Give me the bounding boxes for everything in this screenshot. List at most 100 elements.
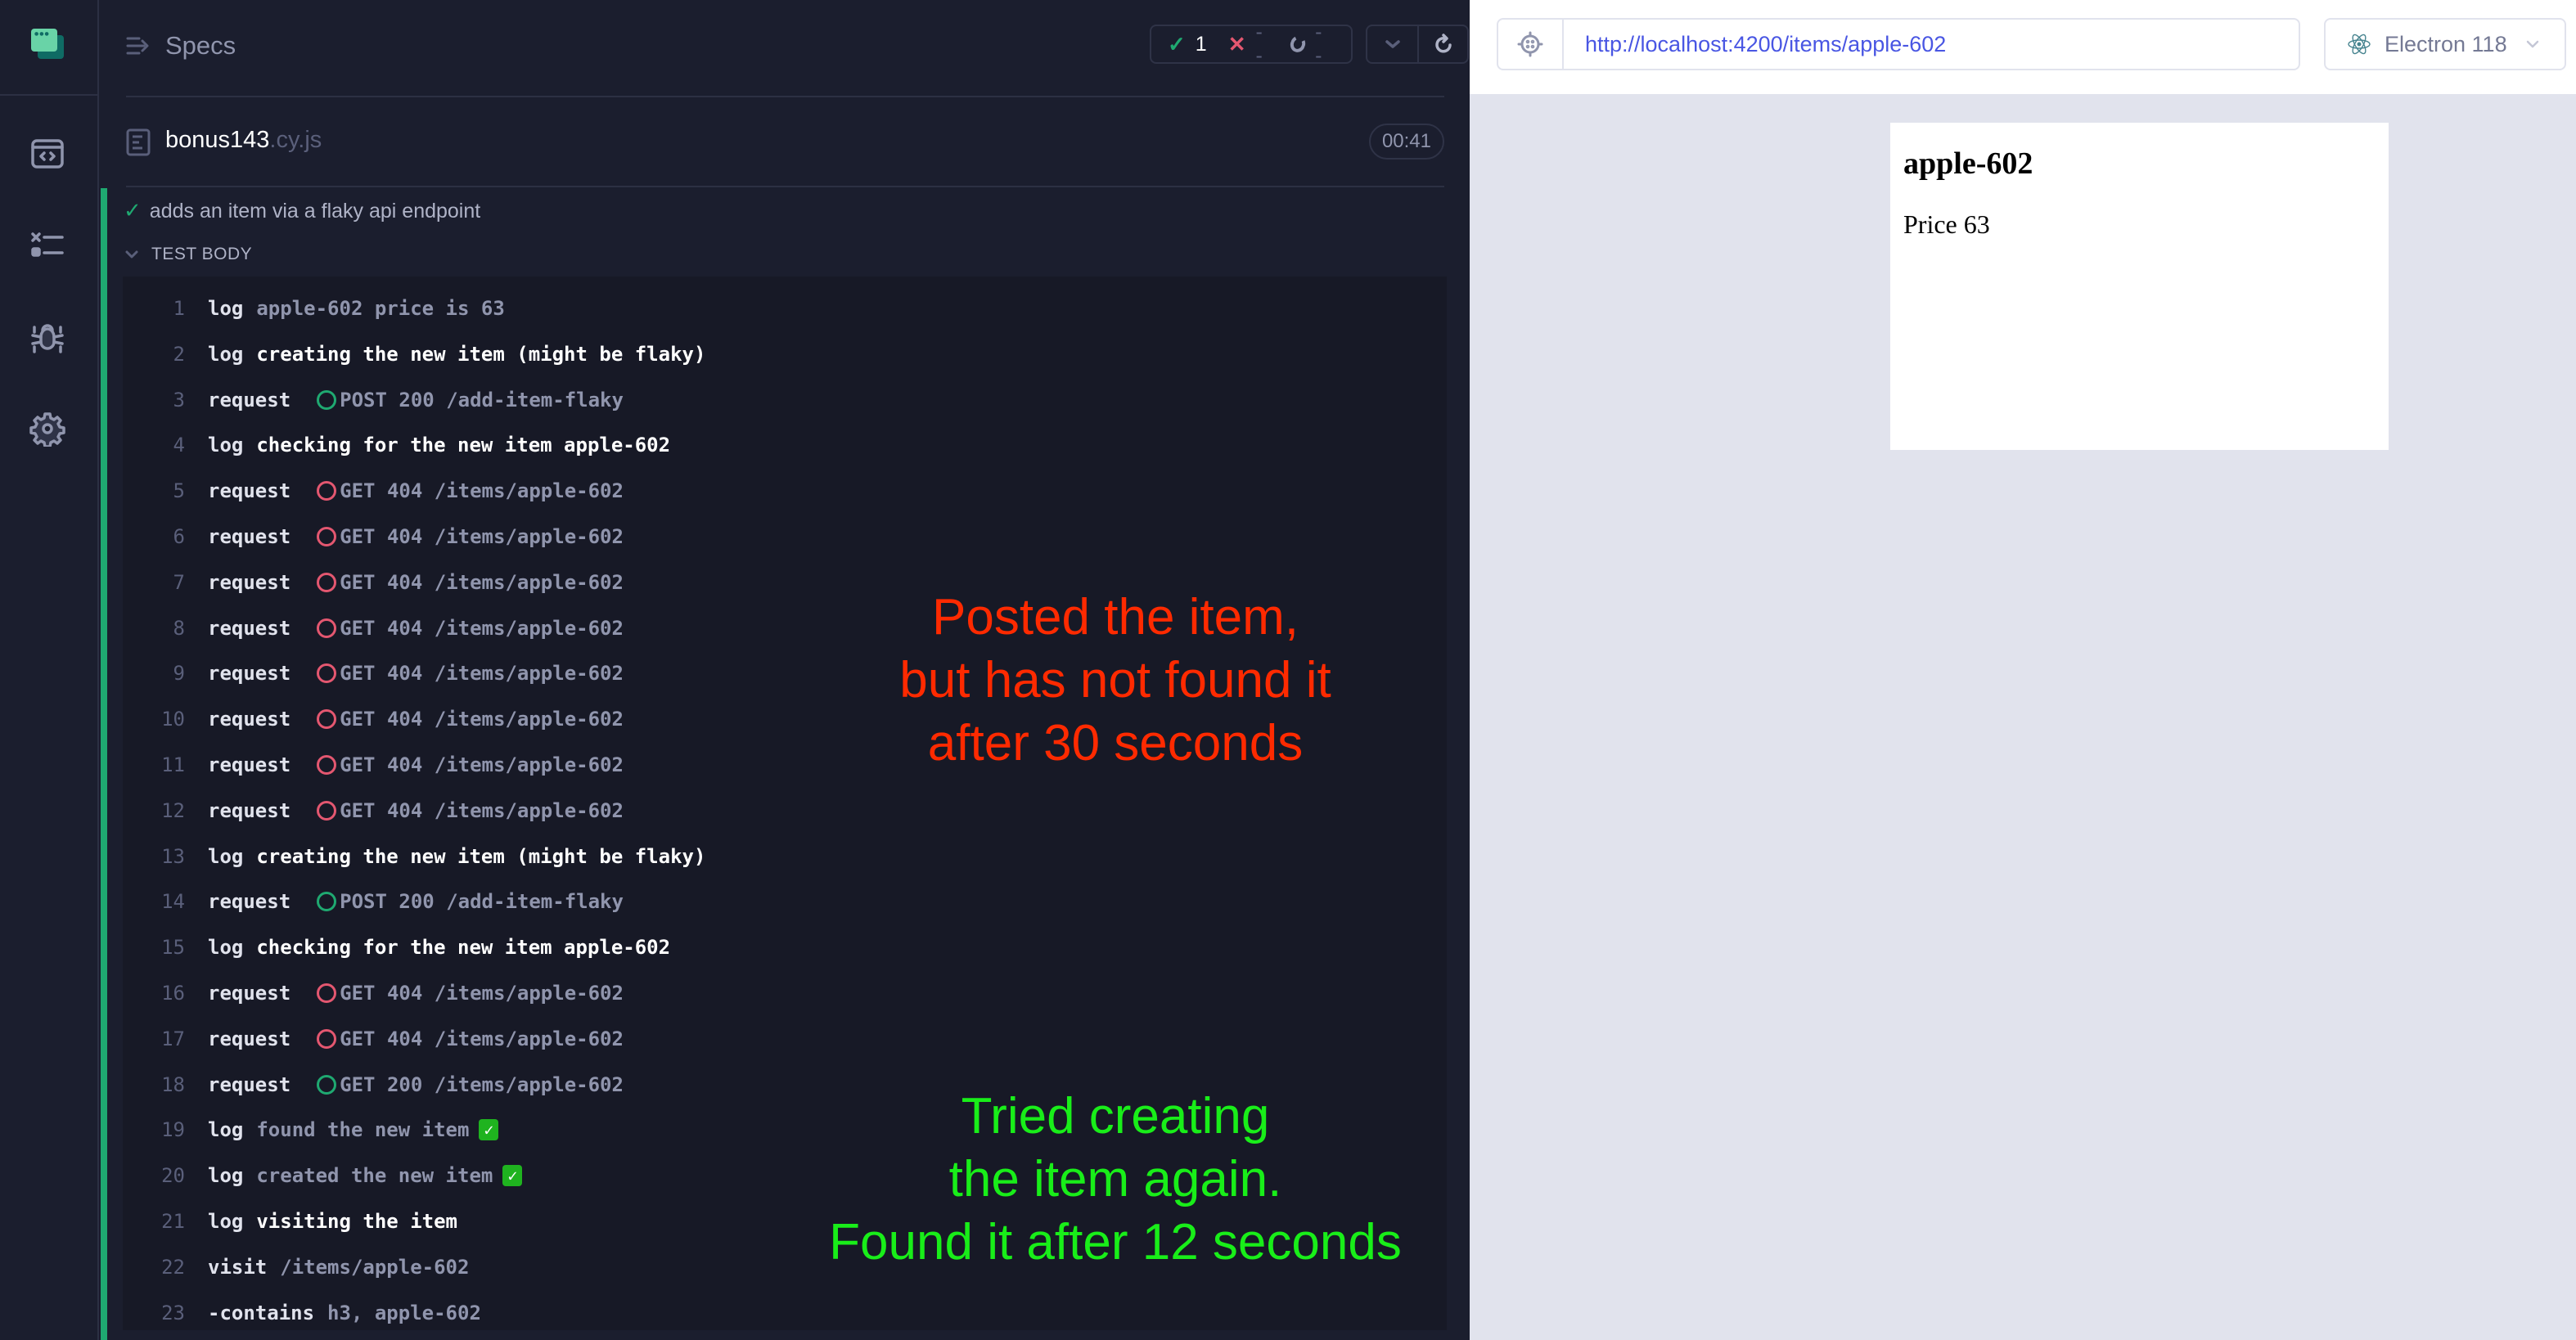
refresh-icon: [1434, 34, 1452, 53]
status-error-icon: [317, 709, 337, 730]
annotation-line: but has not found it: [899, 652, 1331, 708]
chevron-down-icon: [125, 250, 138, 259]
command-message: creating the new item (might be flaky): [256, 342, 706, 366]
command-message: GET 200 /items/apple-602: [340, 1072, 624, 1096]
command-message: /items/apple-602: [280, 1255, 470, 1279]
command-number: 5: [173, 479, 185, 503]
command-number: 23: [161, 1301, 185, 1324]
command-row[interactable]: 17 request GET 404 /items/apple-602: [123, 1016, 1447, 1062]
status-error-icon: [317, 1028, 337, 1049]
test-body-label: TEST BODY: [151, 245, 253, 263]
command-message: GET 404 /items/apple-602: [340, 708, 624, 731]
command-number: 15: [161, 936, 185, 960]
annotation-line: Found it after 12 seconds: [829, 1214, 1402, 1270]
command-message: GET 404 /items/apple-602: [340, 570, 624, 594]
command-name: request: [208, 570, 291, 594]
status-error-icon: [317, 527, 337, 546]
command-name: log: [208, 434, 244, 457]
command-name: request: [208, 982, 291, 1005]
command-name: request: [208, 479, 291, 503]
sidebar-item-specs[interactable]: [29, 136, 65, 172]
command-log-reporter: Specs ✓ 1 ✕ -- -- bonus143.cy.js 00:41 ✓…: [101, 0, 1470, 1340]
command-message: POST 200 /add-item-flaky: [340, 388, 624, 411]
command-row[interactable]: 14 request POST 200 /add-item-flaky: [123, 879, 1447, 924]
command-name: log: [208, 1118, 244, 1142]
spec-file-name[interactable]: bonus143.cy.js: [165, 127, 322, 154]
failed-count: ✕ --: [1228, 20, 1269, 68]
command-message: GET 404 /items/apple-602: [340, 982, 624, 1005]
annotation-line: Tried creating: [961, 1088, 1270, 1144]
command-name: log: [208, 297, 244, 320]
command-row[interactable]: 12 request GET 404 /items/apple-602: [123, 788, 1447, 834]
aut-iframe: apple-602 Price 63: [1890, 123, 2389, 450]
url-field[interactable]: http://localhost:4200/items/apple-602: [1585, 32, 1946, 57]
command-row[interactable]: 16 request GET 404 /items/apple-602: [123, 970, 1447, 1016]
command-name: -contains: [208, 1301, 315, 1324]
command-name: log: [208, 342, 244, 366]
command-row[interactable]: 4 log checking for the new item apple-602: [123, 422, 1447, 468]
command-number: 11: [161, 753, 185, 776]
rerun-button[interactable]: [1417, 26, 1467, 62]
sidebar-item-debug[interactable]: [29, 319, 65, 355]
command-message: created the new item: [256, 1164, 493, 1188]
status-success-icon: [317, 389, 337, 410]
specs-list-icon: [126, 37, 149, 55]
pending-count: --: [1287, 20, 1330, 68]
url-bar: http://localhost:4200/items/apple-602: [1497, 18, 2300, 70]
status-error-icon: [317, 800, 337, 821]
command-name: request: [208, 1072, 291, 1096]
specs-toggle-button[interactable]: Specs: [126, 25, 236, 67]
command-row[interactable]: 23 -contains h3, apple-602: [123, 1290, 1447, 1336]
command-number: 8: [173, 616, 185, 640]
specs-title: Specs: [165, 31, 236, 60]
command-number: 21: [161, 1210, 185, 1233]
annotation-green: Tried creating the item again. Found it …: [804, 1085, 1426, 1274]
test-body-toggle[interactable]: TEST BODY: [124, 242, 252, 267]
document-icon: [126, 128, 151, 156]
status-success-icon: [317, 1074, 337, 1095]
command-row[interactable]: 5 request GET 404 /items/apple-602: [123, 468, 1447, 514]
command-message: found the new item: [256, 1118, 470, 1142]
annotation-line: after 30 seconds: [927, 715, 1304, 771]
command-message: visiting the item: [256, 1210, 457, 1233]
command-message: GET 404 /items/apple-602: [340, 525, 624, 548]
selector-playground-button[interactable]: [1498, 20, 1564, 69]
command-row[interactable]: 2 log creating the new item (might be flak…: [123, 331, 1447, 377]
test-title-row[interactable]: ✓ adds an item via a flaky api endpoint: [124, 196, 480, 226]
command-number: 10: [161, 708, 185, 731]
browser-selector[interactable]: Electron 118: [2324, 18, 2566, 70]
annotation-red: Posted the item, but has not found it af…: [853, 586, 1377, 775]
command-number: 6: [173, 525, 185, 548]
command-number: 19: [161, 1118, 185, 1142]
item-price: Price 63: [1903, 209, 1990, 239]
logo-area: ●●●: [0, 0, 97, 96]
check-mark-emoji-icon: ✓: [502, 1165, 523, 1187]
annotation-line: the item again.: [948, 1151, 1282, 1207]
spec-base-name: bonus143: [165, 127, 270, 153]
command-number: 12: [161, 798, 185, 822]
command-name: log: [208, 1164, 244, 1188]
check-icon: ✓: [1168, 31, 1186, 56]
sidebar-item-settings[interactable]: [29, 411, 65, 447]
chevron-down-icon: [2526, 40, 2538, 48]
spec-extension: .cy.js: [269, 127, 322, 153]
x-icon: ✕: [1227, 31, 1246, 56]
command-row[interactable]: 15 log checking for the new item apple-602: [123, 924, 1447, 970]
command-row[interactable]: 3 request POST 200 /add-item-flaky: [123, 377, 1447, 423]
item-heading: apple-602: [1903, 146, 2033, 181]
spec-duration: 00:41: [1368, 124, 1444, 160]
command-row[interactable]: 13 log creating the new item (might be fla…: [123, 834, 1447, 879]
command-name: request: [208, 662, 291, 686]
pending-spinner-icon: [1287, 34, 1308, 55]
command-message: GET 404 /items/apple-602: [340, 479, 624, 503]
spec-file-header: bonus143.cy.js 00:41: [126, 99, 1444, 187]
status-success-icon: [317, 892, 337, 912]
command-message: checking for the new item apple-602: [256, 936, 671, 960]
sidebar-item-runs[interactable]: [29, 227, 65, 263]
command-number: 22: [161, 1255, 185, 1279]
expand-collapse-button[interactable]: [1367, 26, 1417, 62]
command-row[interactable]: 6 request GET 404 /items/apple-602: [123, 514, 1447, 560]
command-row[interactable]: 1 log apple-602 price is 63: [123, 286, 1447, 331]
gear-icon: [29, 412, 65, 447]
status-error-icon: [317, 755, 337, 775]
